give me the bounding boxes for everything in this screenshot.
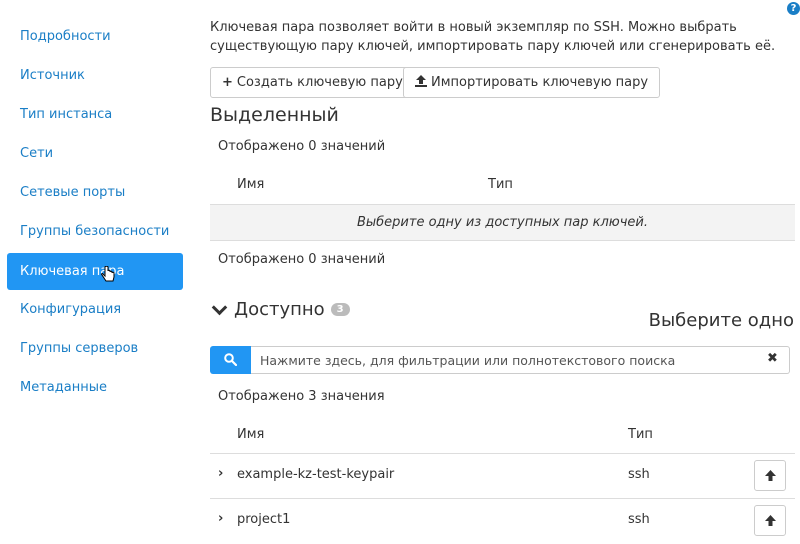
nav-item-network-ports[interactable]: Сетевые порты xyxy=(7,174,183,211)
plus-icon: + xyxy=(222,75,233,90)
arrow-up-icon xyxy=(765,470,776,481)
keypair-name: project1 xyxy=(237,512,291,527)
upload-icon xyxy=(415,75,427,87)
clear-search-icon[interactable]: ✖ xyxy=(767,351,778,366)
selected-count-bottom: Отображено 0 значений xyxy=(218,252,386,267)
selected-col-name: Имя xyxy=(237,177,265,192)
nav-item-source[interactable]: Источник xyxy=(7,57,183,94)
nav-item-security-groups[interactable]: Группы безопасности xyxy=(7,213,183,250)
nav-item-metadata[interactable]: Метаданные xyxy=(7,369,183,406)
chevron-down-icon xyxy=(211,299,228,315)
available-count-badge: 3 xyxy=(330,303,350,316)
selected-col-type: Тип xyxy=(488,177,513,192)
arrow-up-icon xyxy=(765,515,776,526)
create-key-pair-button[interactable]: + Создать ключевую пару xyxy=(210,67,415,98)
allocate-button[interactable] xyxy=(754,505,786,536)
available-col-name: Имя xyxy=(237,427,265,442)
nav-item-networks[interactable]: Сети xyxy=(7,135,183,172)
nav-item-key-pair[interactable]: Ключевая пара xyxy=(7,253,183,290)
help-icon[interactable]: ? xyxy=(787,2,800,15)
available-col-type: Тип xyxy=(628,427,653,442)
available-count: Отображено 3 значения xyxy=(218,389,385,404)
search-icon xyxy=(224,353,237,366)
expand-row-icon[interactable]: › xyxy=(218,466,223,481)
available-heading: Доступно xyxy=(234,299,325,320)
selected-heading: Выделенный xyxy=(210,104,339,126)
allocate-button[interactable] xyxy=(754,460,786,491)
keypair-name: example-kz-test-keypair xyxy=(237,467,395,482)
nav-item-configuration[interactable]: Конфигурация xyxy=(7,291,183,328)
create-key-pair-label: Создать ключевую пару xyxy=(236,75,403,90)
expand-row-icon[interactable]: › xyxy=(218,511,223,526)
hand-cursor-icon xyxy=(101,266,115,282)
search-button[interactable] xyxy=(210,346,251,374)
keypair-type: ssh xyxy=(628,512,650,527)
key-pair-description: Ключевая пара позволяет войти в новый эк… xyxy=(210,20,776,54)
nav-item-server-groups[interactable]: Группы серверов xyxy=(7,330,183,367)
import-key-pair-button[interactable]: Импортировать ключевую пару xyxy=(403,67,661,98)
table-row: › example-kz-test-keypair ssh xyxy=(210,453,795,498)
search-input[interactable] xyxy=(251,346,790,374)
available-toggle[interactable]: Доступно 3 xyxy=(210,299,350,320)
table-row: › project1 ssh xyxy=(210,498,795,543)
selected-empty-message: Выберите одну из доступных пар ключей. xyxy=(210,204,795,241)
keypair-type: ssh xyxy=(628,467,650,482)
import-key-pair-label: Импортировать ключевую пару xyxy=(431,75,649,90)
choose-one-label: Выберите одно xyxy=(648,310,794,331)
nav-item-flavor[interactable]: Тип инстанса xyxy=(7,96,183,133)
selected-count-top: Отображено 0 значений xyxy=(218,139,386,154)
nav-item-details[interactable]: Подробности xyxy=(7,18,183,55)
